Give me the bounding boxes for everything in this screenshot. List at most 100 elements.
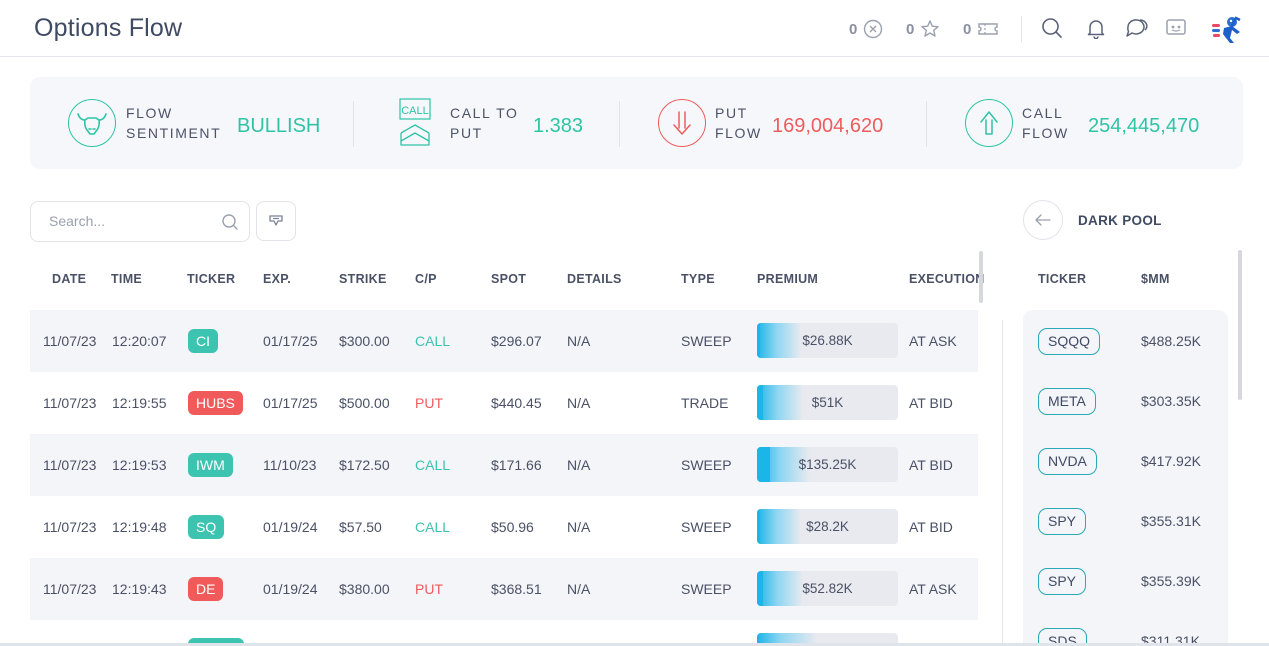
cell-strike: $172.50 — [339, 457, 390, 473]
cell-spot: $440.45 — [491, 395, 542, 411]
close-circle-icon — [864, 19, 883, 39]
put-flow-metric: PUT FLOW — [658, 77, 762, 169]
cell-date: 11/07/23 — [43, 519, 97, 535]
discord-icon[interactable] — [1164, 16, 1188, 40]
cell-call-put: PUT — [415, 581, 443, 597]
table-row[interactable]: 11/07/23 12:20:07 CI 01/17/25 $300.00 CALL $29… — [30, 310, 978, 372]
dark-pool-list: SQQQ $488.25K META $303.35K NVDA $417.92K SPY $… — [1023, 310, 1228, 646]
ticker-badge[interactable]: HUBS — [188, 391, 243, 415]
cell-spot: $368.51 — [491, 581, 542, 597]
table-divider — [1002, 320, 1003, 646]
cell-spot: $171.66 — [491, 457, 542, 473]
dark-pool-value: $303.35K — [1141, 393, 1201, 409]
flow-sentiment-label-1: FLOW — [126, 105, 173, 121]
dark-pool-value: $488.25K — [1141, 333, 1201, 349]
page-title: Options Flow — [34, 14, 183, 42]
dark-pool-row[interactable]: META $303.35K — [1023, 370, 1228, 430]
cell-date: 11/07/23 — [43, 457, 97, 473]
cell-strike: $57.50 — [339, 519, 382, 535]
column-header-type[interactable]: TYPE — [681, 272, 715, 286]
tickets-counter[interactable]: 0 — [963, 18, 999, 40]
summary-divider — [353, 101, 354, 147]
call-flow-label-1: CALL — [1022, 105, 1064, 121]
call-flow-metric: CALL FLOW — [965, 77, 1069, 169]
ticker-badge[interactable]: IWM — [188, 453, 233, 477]
ticket-icon — [978, 23, 999, 35]
dark-pool-header-ticker[interactable]: TICKER — [1038, 272, 1086, 286]
column-header-cp[interactable]: C/P — [415, 272, 437, 286]
column-header-ticker[interactable]: TICKER — [187, 272, 235, 286]
cell-time: 12:19:53 — [112, 457, 167, 473]
column-header-details[interactable]: DETAILS — [567, 272, 622, 286]
cell-call-put: CALL — [415, 457, 451, 473]
column-header-execution[interactable]: EXECUTION — [909, 272, 985, 286]
dark-pool-ticker-badge[interactable]: META — [1038, 388, 1096, 415]
dark-pool-back-button[interactable] — [1023, 200, 1063, 240]
call-flow-label-2: FLOW — [1022, 125, 1069, 141]
premium-bar: $26.88K — [757, 323, 898, 358]
star-icon — [921, 20, 940, 37]
flow-sentiment-metric: FLOW SENTIMENT — [68, 77, 221, 169]
user-avatar[interactable] — [1210, 14, 1244, 44]
premium-value: $28.2K — [806, 519, 849, 534]
chat-icon[interactable] — [1124, 16, 1148, 40]
cell-execution: AT ASK — [909, 581, 957, 597]
cell-details: N/A — [567, 395, 591, 411]
cell-execution: AT BID — [909, 519, 953, 535]
column-header-time[interactable]: TIME — [111, 272, 142, 286]
dark-pool-value: $355.39K — [1141, 573, 1201, 589]
call-to-put-metric: CALL CALL TO PUT — [398, 77, 519, 169]
column-header-premium[interactable]: PREMIUM — [757, 272, 818, 286]
dark-pool-ticker-badge[interactable]: SPY — [1038, 568, 1087, 595]
search-icon[interactable] — [221, 213, 239, 231]
search-input[interactable] — [49, 213, 209, 229]
table-scrollbar[interactable] — [979, 251, 983, 303]
premium-bar: $28.2K — [757, 509, 898, 544]
dark-pool-ticker-badge[interactable]: SQQQ — [1038, 328, 1101, 355]
ticker-badge[interactable]: CI — [188, 329, 218, 353]
premium-bar: $51K — [757, 385, 898, 420]
favorites-counter[interactable]: 0 — [906, 18, 940, 40]
ticker-badge[interactable]: SQ — [188, 515, 225, 539]
cell-type: TRADE — [681, 395, 729, 411]
column-header-strike[interactable]: STRIKE — [339, 272, 387, 286]
table-row[interactable]: 11/07/23 12:19:53 IWM 11/10/23 $172.50 CALL $1… — [30, 434, 978, 496]
tickets-count: 0 — [963, 20, 972, 38]
cell-date: 11/07/23 — [43, 395, 97, 411]
bell-icon[interactable] — [1084, 16, 1108, 40]
cell-details: N/A — [567, 333, 591, 349]
dark-pool-ticker-badge[interactable]: SPY — [1038, 508, 1087, 535]
call-to-put-label-2: PUT — [450, 125, 483, 141]
dark-pool-row[interactable]: SDS $311.31K — [1023, 610, 1228, 646]
column-header-spot[interactable]: SPOT — [491, 272, 526, 286]
column-header-exp[interactable]: EXP. — [263, 272, 291, 286]
search-icon[interactable] — [1040, 16, 1064, 40]
cell-details: N/A — [567, 581, 591, 597]
ticker-badge[interactable]: DE — [188, 577, 224, 601]
search-box — [30, 201, 250, 242]
cell-date: 11/07/23 — [43, 581, 97, 597]
dark-pool-scrollbar[interactable] — [1238, 250, 1242, 400]
cell-execution: AT BID — [909, 395, 953, 411]
cell-call-put: PUT — [415, 395, 443, 411]
filter-button[interactable] — [256, 201, 296, 241]
dark-pool-row[interactable]: SPY $355.31K — [1023, 490, 1228, 550]
dark-pool-ticker-badge[interactable]: NVDA — [1038, 448, 1097, 475]
table-row[interactable]: 11/07/23 12:19:55 HUBS 01/17/25 $500.00 PUT $4… — [30, 372, 978, 434]
put-flow-label-2: FLOW — [715, 125, 762, 141]
dark-pool-header-mm[interactable]: $MM — [1141, 272, 1170, 286]
cell-type: SWEEP — [681, 333, 732, 349]
table-row[interactable]: 11/07/23 12:19:43 DE 01/19/24 $380.00 PUT $368… — [30, 558, 978, 620]
arrow-down-icon — [658, 99, 706, 147]
cell-expiration: 01/19/24 — [263, 519, 318, 535]
arrow-left-icon — [1035, 214, 1051, 226]
dark-pool-row[interactable]: NVDA $417.92K — [1023, 430, 1228, 490]
cell-time: 12:19:55 — [112, 395, 167, 411]
dark-pool-row[interactable]: SPY $355.39K — [1023, 550, 1228, 610]
column-header-date[interactable]: DATE — [52, 272, 86, 286]
premium-value: $51K — [811, 395, 844, 410]
table-row[interactable]: 11/07/23 12:19:48 SQ 01/19/24 $57.50 CALL $50.… — [30, 496, 978, 558]
cell-strike: $500.00 — [339, 395, 390, 411]
dark-pool-row[interactable]: SQQQ $488.25K — [1023, 310, 1228, 370]
ignored-counter[interactable]: 0 — [849, 18, 883, 40]
